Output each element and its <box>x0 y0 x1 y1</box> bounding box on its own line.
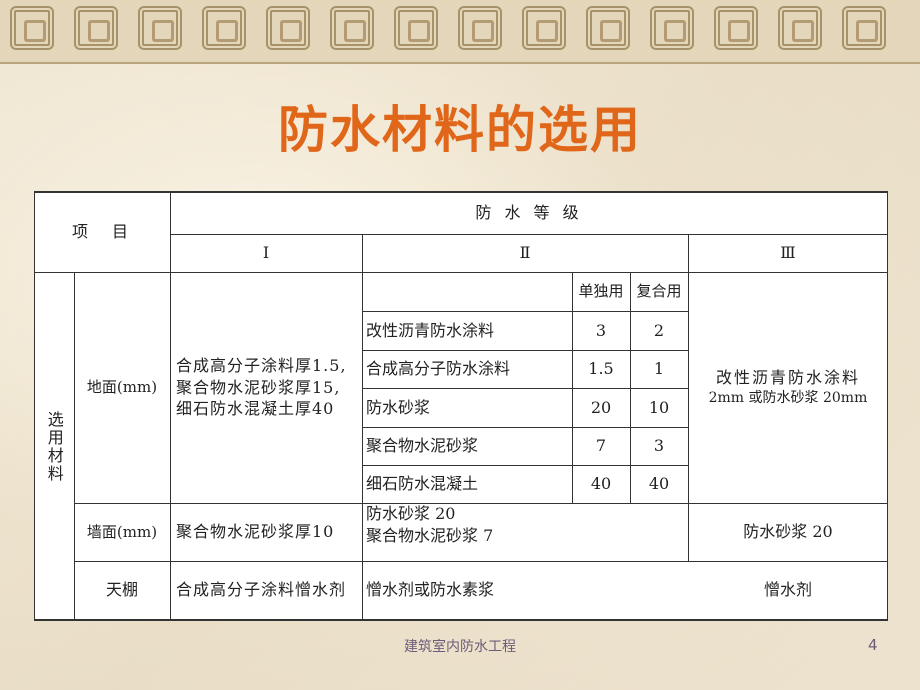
item-header: 项 目 <box>71 221 132 241</box>
knot-ornament-icon <box>266 6 310 50</box>
grade-2-material-name: 合成高分子防水涂料 <box>366 359 511 379</box>
grade-1-header: Ⅰ <box>262 243 270 263</box>
grade-2-single-value: 7 <box>595 436 607 456</box>
knot-ornament-icon <box>138 6 182 50</box>
knot-ornament-icon <box>522 6 566 50</box>
grade-2-material-name: 改性沥青防水涂料 <box>366 320 495 340</box>
decorative-border <box>0 0 920 64</box>
grade-2-single-value: 3 <box>595 320 607 340</box>
knot-ornament-icon <box>778 6 822 50</box>
knot-ornament-icon <box>202 6 246 50</box>
page-number: 4 <box>868 636 878 654</box>
grade-2-combined-value: 3 <box>653 436 665 456</box>
grade-2-header: Ⅱ <box>519 243 531 263</box>
knot-ornament-icon <box>650 6 694 50</box>
knot-ornament-icon <box>714 6 758 50</box>
grade-2-material-name: 细石防水混凝土 <box>366 474 479 494</box>
ceiling-grade-2: 憎水剂或防水素浆 <box>366 580 495 600</box>
grade-2-combined-value: 2 <box>653 320 665 340</box>
grade-header: 防 水 等 级 <box>475 202 583 222</box>
floor-label: 地面(mm) <box>86 378 158 397</box>
grade-2-single-value: 1.5 <box>588 359 614 379</box>
knot-ornament-icon <box>394 6 438 50</box>
wall-grade-2: 防水砂浆 20 聚合物水泥砂浆 7 <box>362 503 688 561</box>
select-materials-label: 选用材料 <box>44 410 64 483</box>
knot-ornament-icon <box>458 6 502 50</box>
ceiling-grade-1: 合成高分子涂料憎水剂 <box>176 580 347 600</box>
floor-grade-3-line-1: 改性沥青防水涂料 <box>715 368 860 388</box>
knot-ornament-icon <box>586 6 630 50</box>
ceiling-label: 天棚 <box>105 580 138 600</box>
grade-2-combined-value: 1 <box>653 359 665 379</box>
wall-grade-3: 防水砂浆 20 <box>743 522 833 542</box>
slide-title: 防水材料的选用 <box>278 101 642 159</box>
grade-2-material-name: 聚合物水泥砂浆 <box>366 436 479 456</box>
floor-grade-1: 合成高分子涂料厚1.5,聚合物水泥砂浆厚15,细石防水混凝土厚40 <box>176 356 347 419</box>
grade-2-combined-value: 40 <box>648 474 670 494</box>
wall-grade-1: 聚合物水泥砂浆厚10 <box>176 522 335 542</box>
floor-grade-3-line-2: 2mm 或防水砂浆 20mm <box>708 389 868 406</box>
grade-2-material-name: 防水砂浆 <box>366 397 431 417</box>
wall-label: 墙面(mm) <box>86 522 158 541</box>
ceiling-grade-3: 憎水剂 <box>763 580 812 600</box>
grade-2-combined-value: 10 <box>648 397 670 417</box>
wall-grade-2-line-2: 聚合物水泥砂浆 7 <box>366 525 494 545</box>
single-use-header: 单独用 <box>578 282 624 301</box>
materials-table: 项 目 防 水 等 级 Ⅰ Ⅱ Ⅲ 选用材料 地面(mm) 合成高分子涂料厚1.… <box>34 191 888 621</box>
grade-2-single-value: 40 <box>590 474 612 494</box>
knot-ornament-icon <box>330 6 374 50</box>
floor-grade-3: 改性沥青防水涂料 2mm 或防水砂浆 20mm <box>688 272 888 503</box>
wall-grade-2-line-1: 防水砂浆 20 <box>366 504 456 523</box>
grade-2-single-value: 20 <box>590 397 612 417</box>
knot-ornament-icon <box>842 6 886 50</box>
combined-use-header: 复合用 <box>636 282 682 301</box>
knot-ornament-icon <box>74 6 118 50</box>
knot-ornament-icon <box>10 6 54 50</box>
grade-3-header: Ⅲ <box>780 243 796 263</box>
footer-text: 建筑室内防水工程 <box>404 639 516 655</box>
